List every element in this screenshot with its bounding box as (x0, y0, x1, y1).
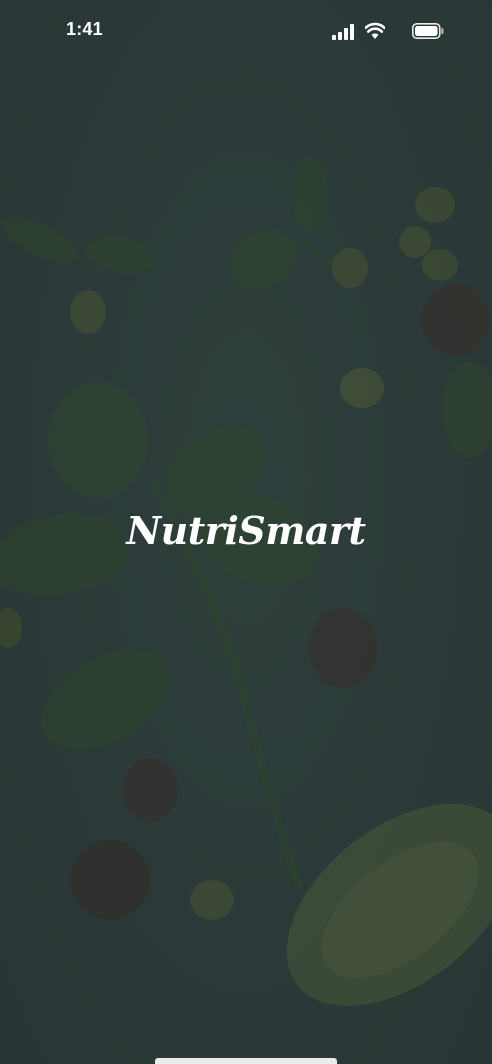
chickpea-shape (415, 187, 455, 223)
leaf-shape (48, 382, 148, 498)
leaf-shape (85, 236, 155, 274)
app-logo-text: NutriSmart (126, 508, 366, 553)
battery-icon (412, 23, 444, 39)
chickpea-shape (0, 608, 22, 648)
status-icons (314, 20, 444, 42)
status-time: 1:41 (66, 19, 103, 39)
olive-shape (70, 840, 150, 920)
chickpea-shape (332, 248, 368, 288)
leaf-shape (442, 362, 492, 458)
cellular-signal-icon (332, 24, 354, 40)
chickpea-shape (340, 368, 384, 408)
home-indicator[interactable] (155, 1058, 337, 1064)
olive-shape (309, 608, 377, 688)
chickpea-shape (70, 290, 106, 334)
status-bar: 1:41 (0, 0, 492, 60)
chickpea-shape (422, 249, 458, 281)
chickpea-shape (399, 226, 431, 258)
olive-shape (122, 758, 178, 822)
olive-shape (421, 284, 489, 356)
leaf-shape (3, 217, 77, 263)
leaf-shape (227, 229, 297, 291)
wifi-icon (365, 22, 385, 39)
splash-screen: 1:41 NutriSmart (0, 0, 492, 1064)
leaf-shape (40, 649, 170, 751)
leaf-shape (292, 157, 328, 233)
chickpea-shape (190, 880, 234, 920)
